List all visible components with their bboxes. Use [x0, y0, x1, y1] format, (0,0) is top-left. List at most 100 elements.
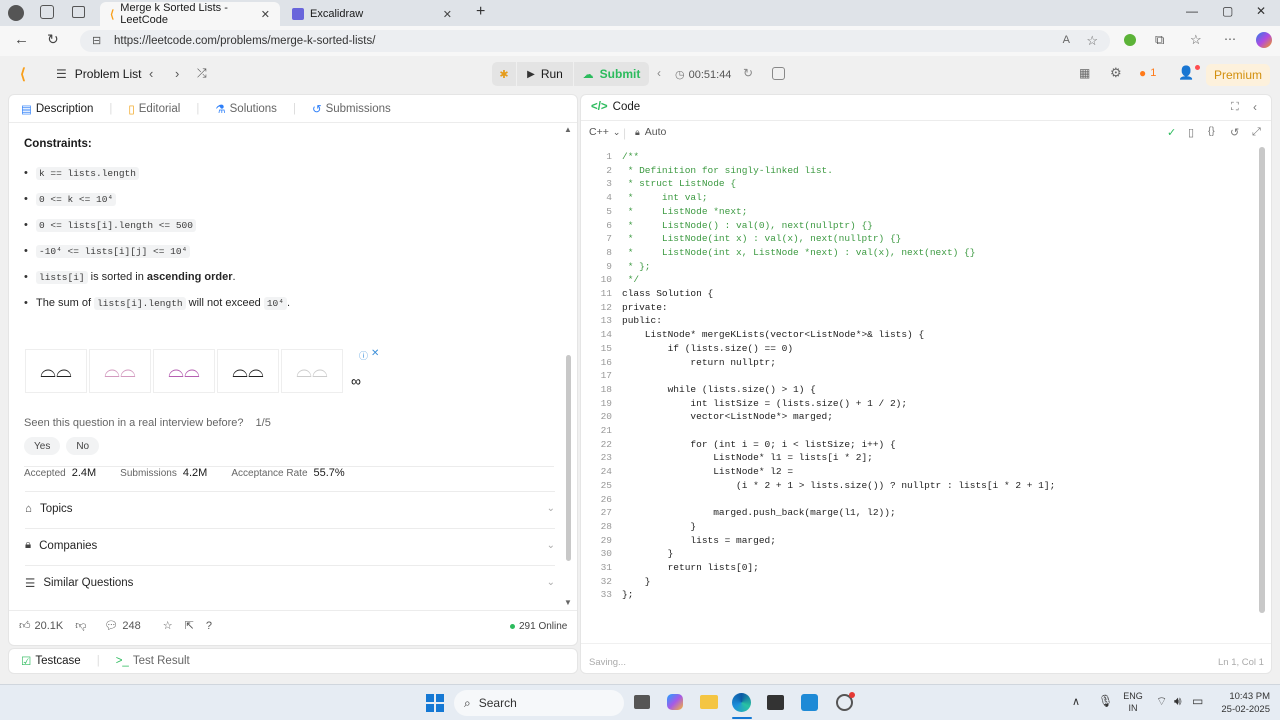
divider: | [96, 655, 100, 667]
language-indicator[interactable]: ENG IN [1120, 690, 1146, 714]
workspaces-icon[interactable] [40, 5, 54, 19]
wifi-icon[interactable]: ⌔ [1156, 694, 1167, 709]
new-tab-icon[interactable]: + [476, 3, 485, 21]
code-line: * ListNode(int x) : val(x), next(nullptr… [622, 233, 902, 245]
browser-tab-excalidraw[interactable]: Excalidraw ✕ [282, 2, 462, 26]
ad-glasses-image[interactable]: ⌓⌓ [25, 349, 87, 393]
debug-icon[interactable]: ✱ [492, 62, 516, 86]
ad-banner[interactable]: ⌓⌓ ⌓⌓ ⌓⌓ ⌓⌓ ⌓⌓ [25, 349, 347, 393]
like-button[interactable]: 👍︎ 20.1K [19, 619, 63, 633]
refresh-icon[interactable]: ↻ [47, 31, 59, 48]
expand-editor-icon[interactable]: ⤢ [1252, 126, 1261, 139]
tab-submissions[interactable]: ↺ Submissions [312, 102, 391, 116]
battery-icon[interactable]: ▭ [1192, 694, 1203, 708]
vscode-icon[interactable] [801, 694, 818, 711]
yes-button[interactable]: Yes [24, 437, 61, 455]
profile-icon[interactable] [8, 5, 24, 21]
ad-close-icon[interactable]: ✕ [371, 348, 379, 359]
no-button[interactable]: No [66, 437, 100, 455]
taskbar-search[interactable]: ⌕ Search [454, 690, 624, 716]
reset-code-icon[interactable]: ↺ [1230, 126, 1239, 139]
store-icon[interactable] [767, 695, 784, 710]
constraints-list: k == lists.length 0 <= k <= 10⁴ 0 <= lis… [24, 166, 544, 322]
tab-solutions[interactable]: ⚗ Solutions [215, 102, 277, 116]
more-icon[interactable]: ⋯ [1224, 32, 1236, 46]
site-info-icon[interactable]: ⊟ [92, 34, 101, 47]
chevron-up-icon[interactable]: ∧ [1072, 695, 1080, 708]
bookmark-star-icon[interactable]: ☆ [1086, 33, 1098, 49]
code-line: marged.push_back(marge(l1, l2)); [622, 507, 896, 519]
settings-gear-icon[interactable]: ⚙ [1110, 65, 1122, 81]
url-field[interactable]: ⊟ https://leetcode.com/problems/merge-k-… [80, 30, 1110, 52]
start-windows-icon[interactable] [426, 694, 444, 712]
task-view-icon[interactable] [634, 695, 650, 709]
editor-scrollbar[interactable] [1259, 147, 1265, 613]
ad-info-icon[interactable]: ⓘ [359, 349, 368, 362]
tab-editorial[interactable]: ▯ Editorial [128, 102, 180, 116]
help-icon[interactable]: ? [206, 620, 212, 632]
problem-list-button[interactable]: ☰ Problem List [56, 67, 141, 81]
topics-section[interactable]: ⌂ Topics ⌄ [25, 491, 555, 525]
favorites-icon[interactable]: ☆ [1190, 32, 1202, 48]
companies-section[interactable]: 🔒︎ Companies ⌄ [25, 528, 555, 562]
collapse-panel-icon[interactable]: ‹ [1253, 100, 1257, 114]
collapse-timer-icon[interactable]: ‹ [657, 66, 661, 80]
browser-tab-leetcode[interactable]: ⟨ Merge k Sorted Lists - LeetCode ✕ [100, 2, 280, 26]
copilot-taskbar-icon[interactable] [667, 694, 683, 710]
prev-problem-icon[interactable]: ‹ [149, 66, 153, 81]
search-icon: ⌕ [464, 695, 471, 710]
comments-button[interactable]: 💬︎ 248 [104, 619, 140, 633]
bookmark-icon[interactable]: ▯ [1188, 126, 1194, 139]
notes-icon[interactable] [772, 67, 785, 80]
star-icon[interactable]: ☆ [163, 619, 173, 632]
volume-icon[interactable]: 🔊︎ [1174, 694, 1182, 709]
copilot-icon[interactable] [1256, 32, 1272, 48]
fullscreen-icon[interactable]: ⛶ [1231, 101, 1239, 114]
timer[interactable]: ◷ 00:51:44 [675, 68, 731, 82]
close-tab-icon[interactable]: ✕ [443, 8, 452, 21]
similar-questions-section[interactable]: ☰ Similar Questions ⌄ [25, 565, 555, 599]
streak-counter[interactable]: ● 1 [1139, 66, 1156, 80]
tab-description[interactable]: ▤ Description [21, 102, 93, 116]
avatar[interactable]: 👤 [1178, 65, 1194, 81]
scrollbar-thumb[interactable] [1259, 147, 1265, 613]
notification-dot [1195, 65, 1200, 70]
scroll-up-icon[interactable]: ▲ [564, 125, 572, 134]
layout-icon[interactable]: ▦ [1079, 66, 1090, 80]
extensions-icon[interactable]: ⧉ [1155, 32, 1164, 48]
reset-timer-icon[interactable]: ↻ [743, 66, 753, 80]
edge-browser-icon[interactable] [732, 693, 751, 712]
next-problem-icon[interactable]: › [175, 66, 179, 81]
ad-glasses-image[interactable]: ⌓⌓ [217, 349, 279, 393]
scrollbar-thumb[interactable] [566, 355, 571, 561]
run-button[interactable]: ▶ Run [517, 62, 573, 86]
tab-actions-icon[interactable] [72, 6, 85, 18]
close-window-icon[interactable]: ✕ [1256, 4, 1266, 18]
back-icon[interactable]: ← [14, 31, 29, 48]
premium-button[interactable]: Premium [1206, 64, 1270, 86]
thumbs-down-icon[interactable]: 👎︎ [75, 619, 86, 632]
clock[interactable]: 10:43 PM 25-02-2025 [1212, 690, 1270, 716]
read-aloud-icon[interactable]: A [1063, 34, 1070, 46]
maximize-icon[interactable]: ▢ [1222, 4, 1233, 18]
tab-testcase[interactable]: ☑ Testcase [21, 654, 81, 668]
code-line: ListNode* mergeKLists(vector<ListNode*>&… [622, 329, 925, 341]
code-editor[interactable]: 1 /** 2 * Definition for singly-linked lis… [590, 150, 1255, 605]
auto-mode-toggle[interactable]: 🔒︎ Auto [635, 126, 666, 138]
format-code-icon[interactable]: {} [1208, 126, 1215, 137]
ad-glasses-image[interactable]: ⌓⌓ [281, 349, 343, 393]
share-icon[interactable]: ⇱ [185, 619, 194, 632]
file-explorer-icon[interactable] [700, 695, 718, 709]
microphone-icon[interactable]: 🎙︎ [1098, 694, 1113, 708]
scroll-down-icon[interactable]: ▼ [564, 598, 572, 607]
submit-button[interactable]: ☁ Submit [574, 62, 649, 86]
close-tab-icon[interactable]: ✕ [261, 8, 270, 21]
leetcode-logo-icon[interactable]: ⟨ [20, 65, 26, 83]
shuffle-icon[interactable]: ⤮ [197, 66, 207, 81]
language-select[interactable]: C++ ⌄ [589, 126, 620, 138]
ad-glasses-image[interactable]: ⌓⌓ [89, 349, 151, 393]
minimize-icon[interactable]: — [1186, 4, 1198, 18]
extension-icon[interactable] [1124, 34, 1136, 46]
tab-test-result[interactable]: >_ Test Result [116, 655, 190, 667]
ad-glasses-image[interactable]: ⌓⌓ [153, 349, 215, 393]
